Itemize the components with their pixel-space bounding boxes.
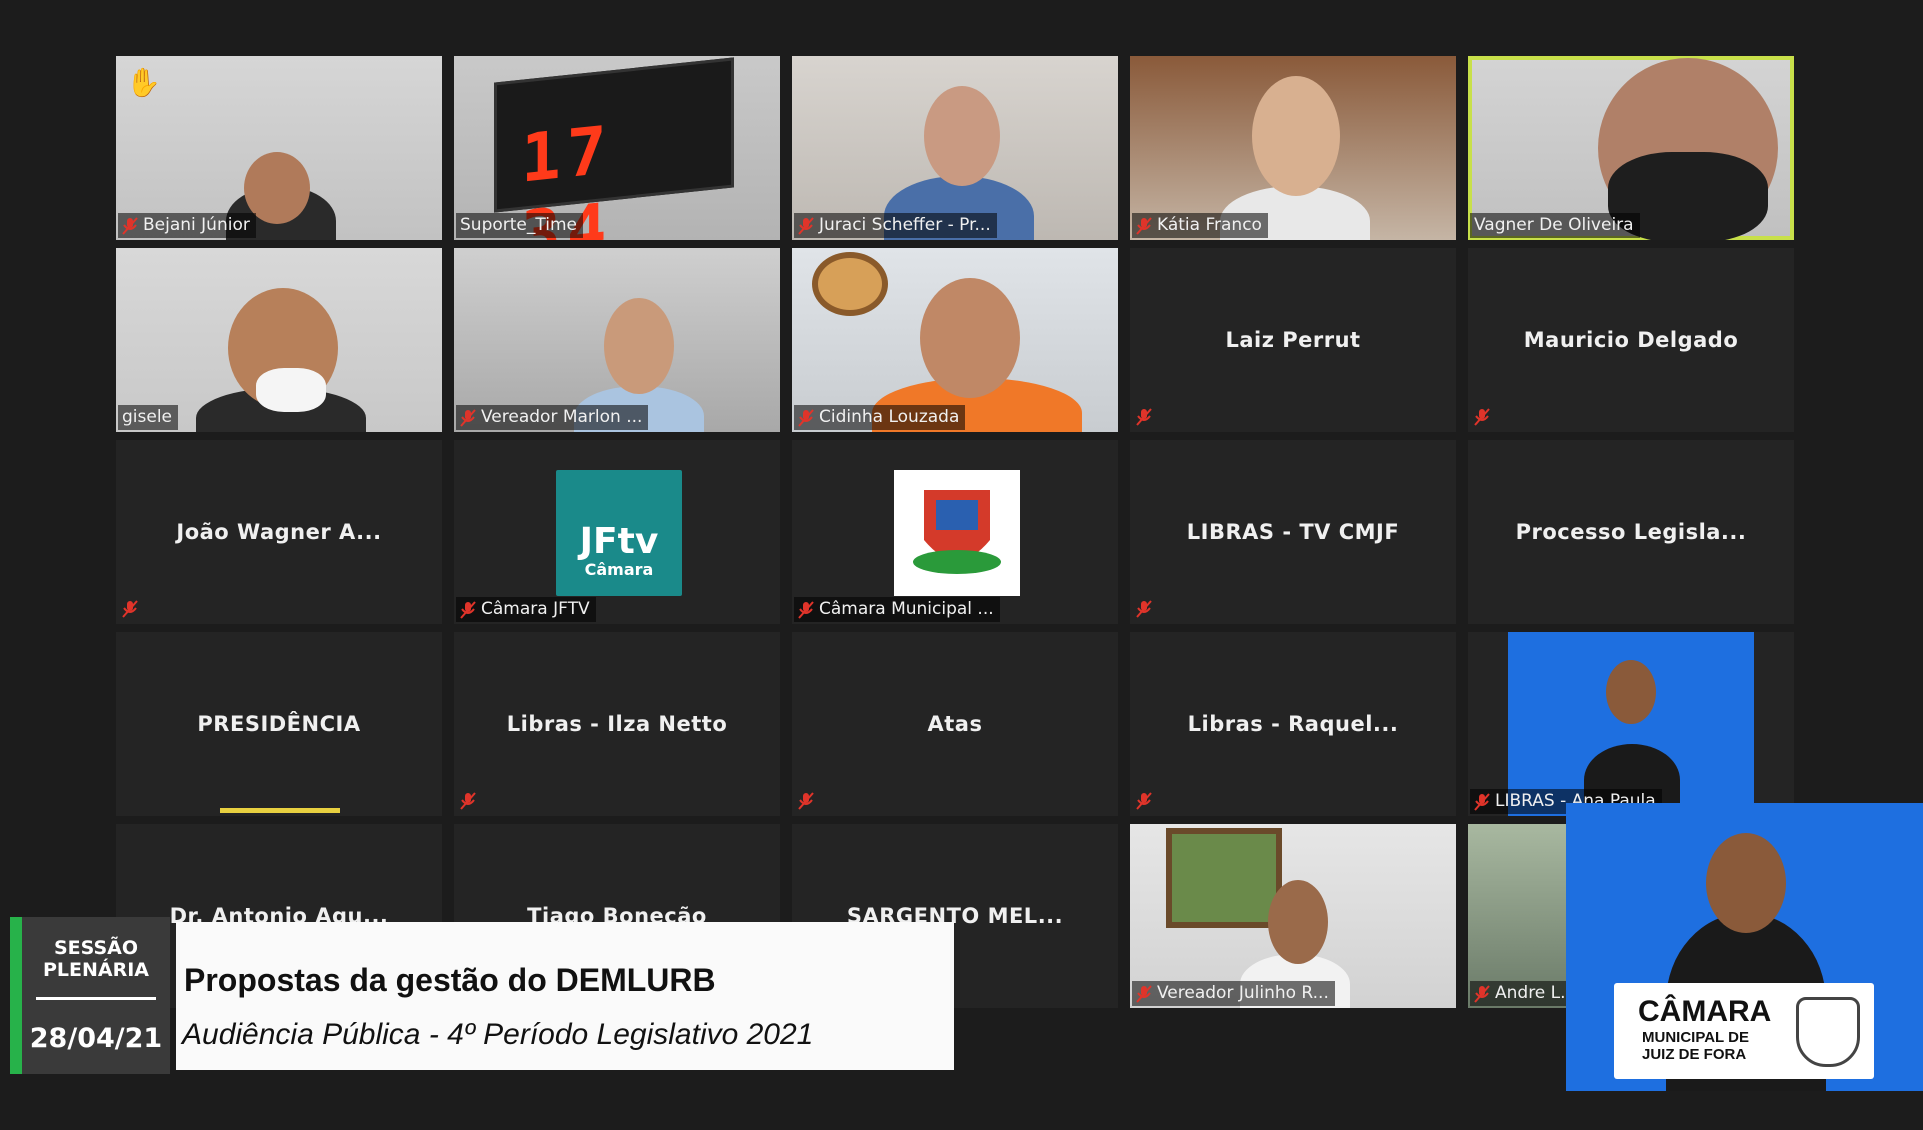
muted-mic-icon [122,600,138,618]
participant-name: Andre L... [1495,983,1577,1003]
session-badge: SESSÃO PLENÁRIA 28/04/21 [10,917,170,1074]
interpreter-face [1706,833,1786,933]
muted-mic-icon [798,600,814,619]
participant-face [1252,76,1340,196]
participant-tile[interactable]: Vereador Marlon ... [454,248,780,432]
lower-third-banner: Propostas da gestão do DEMLURB Audiência… [176,922,954,1070]
muted-mic-icon [798,216,814,235]
participant-name: Suporte_Time [460,215,577,235]
participant-face [604,298,674,394]
participant-nametag: Cidinha Louzada [794,405,966,430]
muted-mic-icon [798,408,814,427]
muted-mic-icon [1136,600,1152,618]
participant-tile[interactable]: 17 34 Suporte_Time [454,56,780,240]
participant-nametag: Vereador Julinho R... [1132,981,1335,1006]
participant-tile[interactable]: Libras - Raquel... [1130,632,1456,816]
muted-mic-icon [1474,792,1490,811]
coat-of-arms-icon [894,470,1020,596]
muted-mic-icon [1136,408,1152,426]
participant-nametag: Vereador Marlon ... [456,405,649,430]
wall-painting [1166,828,1282,928]
banner-subtitle: Audiência Pública - 4º Período Legislati… [182,1018,814,1051]
participant-nametag: Câmara Municipal ... [794,597,1000,622]
participant-name: Vereador Marlon ... [481,407,643,427]
muted-mic-icon [1474,984,1490,1003]
participant-tile[interactable]: Juraci Scheffer - Pr... [792,56,1118,240]
digital-clock: 17 34 [494,57,734,240]
muted-mic-icon [122,216,138,235]
participant-tile[interactable]: João Wagner A... [116,440,442,624]
participant-name: PRESIDÊNCIA [197,712,361,736]
participant-nametag: Juraci Scheffer - Pr... [794,213,997,238]
participant-name: Câmara Municipal ... [819,599,994,619]
participant-face [1268,880,1328,964]
participant-name: Laiz Perrut [1225,328,1361,352]
muted-mic-icon [460,792,476,810]
participant-face [920,278,1020,398]
participant-name: João Wagner A... [176,520,382,544]
participant-tile[interactable]: ✋ Bejani Júnior [116,56,442,240]
participant-tile[interactable]: JFtv Câmara Câmara JFTV [454,440,780,624]
participant-nametag: Bejani Júnior [118,213,256,238]
participant-tile[interactable]: LIBRAS - Ana Paula [1468,632,1794,816]
speaking-indicator [220,808,340,813]
participant-tile[interactable]: Cidinha Louzada [792,248,1118,432]
coat-of-arms-icon [1796,997,1860,1067]
muted-mic-icon [1136,216,1152,235]
participant-name: Juraci Scheffer - Pr... [819,215,991,235]
sign-language-interpreter-inset: CÂMARA MUNICIPAL DE JUIZ DE FORA [1566,803,1923,1091]
face-mask [256,368,326,412]
participant-name: Câmara JFTV [481,599,590,619]
jftv-logo: JFtv Câmara [556,470,682,596]
participant-nametag: gisele [118,405,179,430]
muted-mic-icon [460,408,476,427]
participant-tile[interactable]: gisele [116,248,442,432]
participant-tile[interactable]: Mauricio Delgado [1468,248,1794,432]
participant-name: Vereador Julinho R... [1157,983,1329,1003]
participant-name: Libras - Ilza Netto [506,712,728,736]
participant-tile[interactable]: Kátia Franco [1130,56,1456,240]
raised-hand-icon: ✋ [126,66,161,99]
participant-tile[interactable]: Processo Legisla... [1468,440,1794,624]
muted-mic-icon [460,600,476,619]
participant-name: gisele [122,407,173,427]
participant-name: Mauricio Delgado [1523,328,1739,352]
participant-nametag: Câmara JFTV [456,597,596,622]
muted-mic-icon [798,792,814,810]
participant-name: Atas [927,712,983,736]
session-date: 28/04/21 [29,1023,163,1054]
participant-nametag: Kátia Franco [1132,213,1268,238]
banner-title: Propostas da gestão do DEMLURB [184,962,716,998]
participant-nametag: Suporte_Time [456,213,583,238]
participant-face [924,86,1000,186]
muted-mic-icon [1136,984,1152,1003]
participant-name: LIBRAS - TV CMJF [1186,520,1400,544]
participant-tile[interactable]: Câmara Municipal ... [792,440,1118,624]
participant-name: Vagner De Oliveira [1474,215,1634,235]
participant-tile[interactable]: Laiz Perrut [1130,248,1456,432]
participant-name: Kátia Franco [1157,215,1262,235]
camara-logo: CÂMARA MUNICIPAL DE JUIZ DE FORA [1614,983,1874,1079]
participant-tile[interactable]: LIBRAS - TV CMJF [1130,440,1456,624]
accent-bar [10,917,22,1074]
participant-tile[interactable]: Atas [792,632,1118,816]
participant-tile[interactable]: Vereador Julinho R... [1130,824,1456,1008]
muted-mic-icon [1136,792,1152,810]
participant-name: Libras - Raquel... [1187,712,1399,736]
muted-mic-icon [1474,408,1490,426]
wall-clock-icon [812,252,888,316]
participant-name: Processo Legisla... [1515,520,1747,544]
active-speaker-tile[interactable]: Vagner De Oliveira [1468,56,1794,240]
session-label: SESSÃO PLENÁRIA [42,937,150,981]
divider [36,997,156,1000]
participant-tile[interactable]: Libras - Ilza Netto [454,632,780,816]
participant-name: Bejani Júnior [143,215,250,235]
participant-tile[interactable]: PRESIDÊNCIA [116,632,442,816]
gallery-grid: ✋ Bejani Júnior 17 34 Suporte_Time Jurac… [116,56,1796,1016]
participant-name: Cidinha Louzada [819,407,960,427]
participant-nametag: Vagner De Oliveira [1470,213,1640,238]
